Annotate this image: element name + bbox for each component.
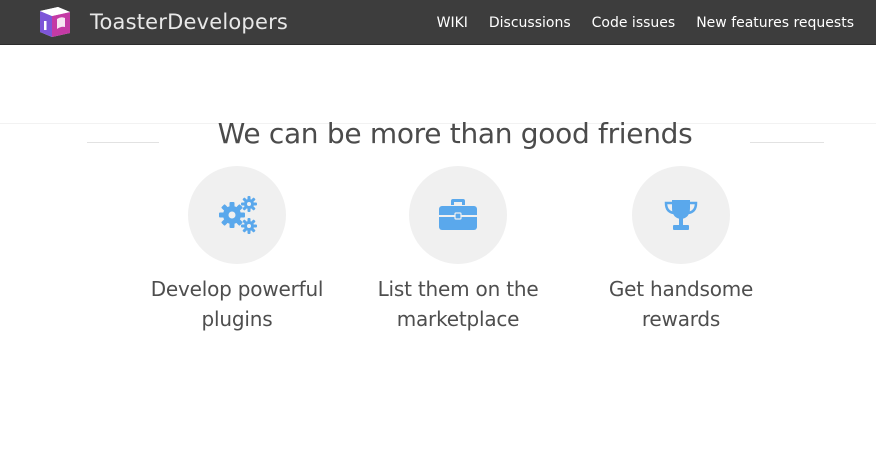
feature-label-line: plugins xyxy=(201,307,273,331)
feature-label: List them on the marketplace xyxy=(343,274,573,334)
brand-name: ToasterDevelopers xyxy=(90,10,289,34)
feature-develop-plugins: Develop powerful plugins xyxy=(122,166,352,334)
feature-icon-circle xyxy=(409,166,507,264)
gears-icon xyxy=(219,196,257,234)
top-navbar: ToasterDevelopers WIKI Discussions Code … xyxy=(0,0,876,45)
feature-icon-circle xyxy=(188,166,286,264)
feature-label-line: marketplace xyxy=(396,307,520,331)
feature-list-marketplace: List them on the marketplace xyxy=(343,166,573,334)
brand-link[interactable]: ToasterDevelopers xyxy=(36,5,288,39)
feature-icon-circle xyxy=(632,166,730,264)
toaster-logo-icon xyxy=(40,7,70,37)
headline-rule-left xyxy=(87,142,159,143)
page-headline: We can be more than good friends xyxy=(217,117,693,150)
hero-band xyxy=(0,46,876,124)
feature-label-line: List them on the xyxy=(377,277,539,301)
feature-label: Develop powerful plugins xyxy=(122,274,352,334)
feature-label: Get handsome rewards xyxy=(566,274,796,334)
feature-get-rewards: Get handsome rewards xyxy=(566,166,796,334)
nav-discussions[interactable]: Discussions xyxy=(489,15,571,31)
headline-rule-right xyxy=(750,142,824,143)
feature-label-line: Get handsome xyxy=(608,277,754,301)
briefcase-icon xyxy=(439,199,477,230)
headline-section: We can be more than good friends xyxy=(0,117,876,161)
main-nav: WIKI Discussions Code issues New feature… xyxy=(416,0,854,45)
nav-wiki[interactable]: WIKI xyxy=(437,15,468,31)
nav-code-issues[interactable]: Code issues xyxy=(592,15,676,31)
feature-label-line: rewards xyxy=(641,307,721,331)
trophy-icon xyxy=(664,200,698,230)
feature-label-line: Develop powerful xyxy=(150,277,324,301)
nav-new-features-requests[interactable]: New features requests xyxy=(696,15,854,31)
